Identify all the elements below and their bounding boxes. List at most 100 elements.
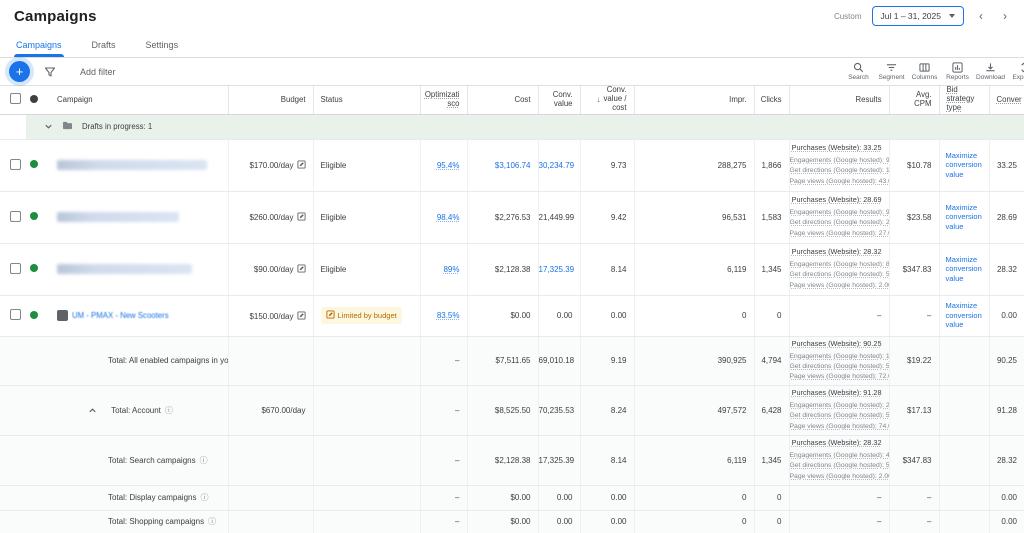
bid-strategy-link[interactable]: Maximize conversion value [946, 255, 985, 283]
result-line[interactable]: Page views (Google hosted): 72.00 [790, 372, 882, 382]
campaign-name-redacted[interactable] [57, 160, 207, 170]
status-enabled-dot[interactable] [30, 160, 38, 168]
result-line[interactable]: Page views (Google hosted): 2.00 [790, 472, 882, 482]
reports-button[interactable]: Reports [941, 62, 974, 81]
campaign-name-link[interactable]: UM - PMAX - New Scooters [72, 311, 169, 320]
result-line[interactable]: Purchases (Website): 28.32 [790, 247, 882, 258]
tab-drafts[interactable]: Drafts [90, 34, 118, 57]
result-line[interactable]: Page views (Google hosted): 74.00 [790, 422, 882, 432]
info-icon[interactable]: ⓘ [200, 456, 208, 465]
expand-button[interactable]: Expand [1007, 62, 1024, 81]
result-line[interactable]: Page views (Google hosted): 27.00 [790, 229, 882, 239]
add-filter-button[interactable]: Add filter [80, 67, 116, 77]
edit-budget-icon[interactable] [297, 212, 306, 221]
campaign-name-redacted[interactable] [57, 264, 192, 274]
edit-budget-icon[interactable] [297, 264, 306, 273]
clicks-value: 0 [777, 517, 781, 526]
optimization-score-link[interactable]: 95.4% [437, 161, 460, 170]
optimization-score-link[interactable]: 98.4% [437, 213, 460, 222]
result-line[interactable]: Get directions (Google hosted): 29.00 [790, 218, 882, 228]
conv-value-per-cost: 8.14 [611, 456, 627, 465]
campaign-name-redacted[interactable] [57, 212, 179, 222]
result-line[interactable]: Get directions (Google hosted): 53.00 [790, 411, 882, 421]
columns-button[interactable]: Columns [908, 62, 941, 81]
conv-value[interactable]: 17,325.39 [539, 265, 575, 274]
result-line[interactable]: Engagements (Google hosted): 95.00 [790, 208, 882, 218]
row-checkbox[interactable] [10, 309, 21, 320]
result-line[interactable]: Page views (Google hosted): 2.00 [790, 281, 882, 291]
add-campaign-button[interactable]: + [9, 61, 30, 82]
row-checkbox[interactable] [10, 211, 21, 222]
header-results[interactable]: Results [856, 96, 882, 105]
cost-value[interactable]: $3,106.74 [495, 161, 531, 170]
header-conversions[interactable]: Conver [997, 96, 1022, 105]
result-line[interactable]: Engagements (Google hosted): 198.00 [790, 352, 882, 362]
select-all-checkbox[interactable] [10, 93, 21, 104]
result-line[interactable]: Page views (Google hosted): 43.00 [790, 177, 882, 187]
result-line[interactable]: Purchases (Website): 90.25 [790, 339, 882, 350]
info-icon[interactable]: ⓘ [200, 493, 208, 502]
download-icon [985, 62, 996, 73]
optimization-score-link[interactable]: 89% [443, 265, 459, 274]
drafts-row[interactable]: Drafts in progress: 1 [0, 114, 1024, 139]
result-line[interactable]: Purchases (Website): 28.69 [790, 195, 882, 206]
status-value: Eligible [321, 265, 347, 274]
result-line[interactable]: Get directions (Google hosted): 5.00 [790, 461, 882, 471]
conv-value: 21,449.99 [539, 213, 575, 222]
date-next-button[interactable]: › [998, 10, 1012, 22]
header-status[interactable]: Status [321, 96, 343, 105]
conversions-value: 0.00 [1001, 493, 1017, 502]
header-bid-strategy-type[interactable]: Bid strategy type [947, 86, 975, 113]
cost-value: $0.00 [510, 493, 530, 502]
table-row: $260.00/day Eligible 98.4% $2,276.53 21,… [0, 191, 1024, 243]
status-enabled-dot[interactable] [30, 264, 38, 272]
edit-budget-icon[interactable] [297, 160, 306, 169]
edit-budget-icon[interactable] [297, 311, 306, 320]
result-line[interactable]: Get directions (Google hosted): 50.00 [790, 362, 882, 372]
date-range-dropdown[interactable]: Jul 1 – 31, 2025 [872, 6, 965, 26]
result-line[interactable]: Purchases (Website): 33.25 [790, 143, 882, 154]
optimization-score-dash: – [455, 456, 459, 465]
header-impressions[interactable]: Impr. [729, 96, 746, 105]
result-line[interactable]: Engagements (Google hosted): 215.00 [790, 401, 882, 411]
chevron-down-icon[interactable] [44, 122, 53, 131]
header-cost[interactable]: Cost [514, 96, 530, 105]
result-line[interactable]: Get directions (Google hosted): 5.00 [790, 270, 882, 280]
optimization-score-link[interactable]: 83.5% [437, 311, 460, 320]
row-checkbox[interactable] [10, 159, 21, 170]
result-line[interactable]: Purchases (Website): 28.32 [790, 438, 882, 449]
status-enabled-dot[interactable] [30, 212, 38, 220]
info-icon[interactable]: ⓘ [165, 406, 173, 415]
tab-settings[interactable]: Settings [144, 34, 181, 57]
tab-campaigns[interactable]: Campaigns [14, 34, 64, 57]
info-icon[interactable]: ⓘ [208, 517, 216, 526]
header-clicks[interactable]: Clicks [761, 96, 782, 105]
result-line[interactable]: Get directions (Google hosted): 16.00 [790, 166, 882, 176]
conv-value[interactable]: 30,234.79 [539, 161, 575, 170]
header-optimization-score[interactable]: Optimizati sco [425, 91, 460, 109]
chevron-up-icon[interactable] [88, 406, 97, 415]
header-conv-value-cost[interactable]: ↓ Conv. value / cost [581, 86, 634, 113]
top-bar: Campaigns Custom Jul 1 – 31, 2025 ‹ › [0, 0, 1024, 32]
filter-icon[interactable] [44, 66, 56, 78]
bid-strategy-link[interactable]: Maximize conversion value [946, 151, 985, 179]
limited-by-budget-badge[interactable]: Limited by budget [321, 307, 402, 324]
segment-button[interactable]: Segment [875, 62, 908, 81]
date-prev-button[interactable]: ‹ [974, 10, 988, 22]
conv-value-per-cost: 0.00 [611, 493, 627, 502]
result-line[interactable]: Engagements (Google hosted): 8.00 [790, 260, 882, 270]
header-avg-cpm[interactable]: Avg. CPM [914, 91, 931, 109]
result-line[interactable]: Engagements (Google hosted): 4.00 [790, 451, 882, 461]
header-budget[interactable]: Budget [281, 96, 306, 105]
result-line[interactable]: Engagements (Google hosted): 95.00 [790, 156, 882, 166]
avg-cpm-value: $17.13 [907, 406, 931, 415]
row-checkbox[interactable] [10, 263, 21, 274]
search-button[interactable]: Search [842, 62, 875, 81]
result-line[interactable]: Purchases (Website): 91.28 [790, 388, 882, 399]
status-enabled-dot[interactable] [30, 311, 38, 319]
bid-strategy-link[interactable]: Maximize conversion value [946, 301, 985, 329]
header-campaign[interactable]: Campaign [57, 96, 93, 105]
header-conv-value[interactable]: Conv. value [553, 91, 573, 109]
bid-strategy-link[interactable]: Maximize conversion value [946, 203, 985, 231]
download-button[interactable]: Download [974, 62, 1007, 81]
